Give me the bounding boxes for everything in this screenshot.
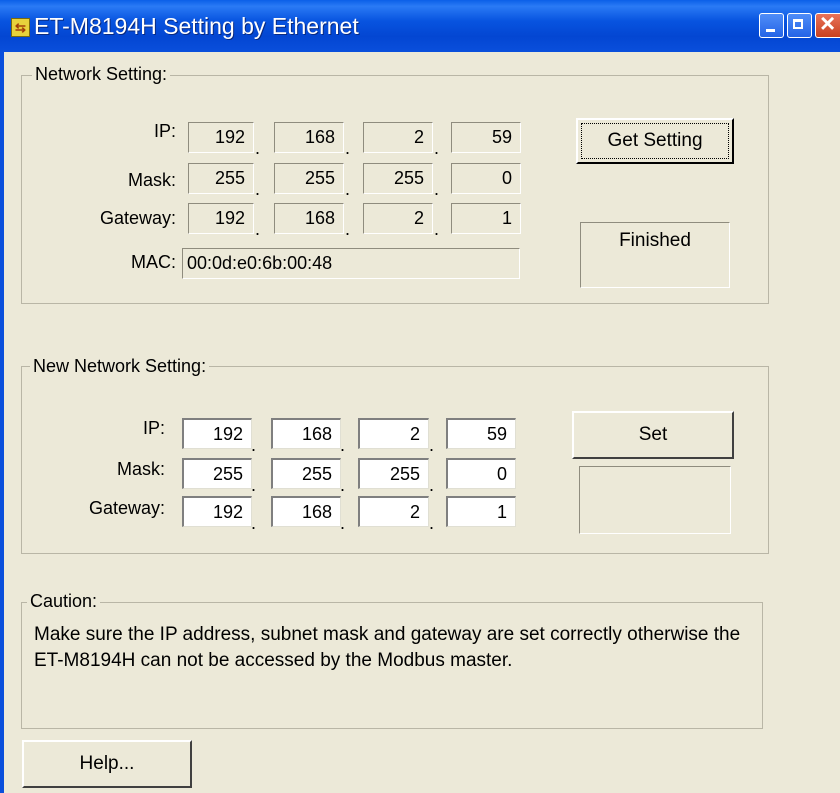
dot-separator: . bbox=[340, 435, 346, 455]
mask-label: Mask: bbox=[127, 170, 176, 190]
new-mask-octet-2[interactable] bbox=[271, 458, 341, 489]
gateway-octet-2: 168 bbox=[274, 203, 344, 234]
caution-label: Caution: bbox=[27, 591, 101, 612]
dot-separator: . bbox=[434, 138, 440, 158]
dot-separator: . bbox=[251, 475, 257, 495]
dot-separator: . bbox=[340, 475, 346, 495]
mac-label: MAC: bbox=[131, 252, 176, 272]
mask-octet-4: 0 bbox=[451, 163, 521, 194]
title-bar[interactable]: ⇆ ET-M8194H Setting by Ethernet bbox=[0, 0, 840, 52]
app-icon[interactable]: ⇆ bbox=[11, 18, 30, 37]
dot-separator: . bbox=[345, 179, 351, 199]
new-gateway-octet-2[interactable] bbox=[271, 496, 341, 527]
mask-octet-2: 255 bbox=[274, 163, 344, 194]
gateway-octet-4: 1 bbox=[451, 203, 521, 234]
new-ip-octet-2[interactable] bbox=[271, 418, 341, 449]
gateway-octet-1: 192 bbox=[188, 203, 254, 234]
get-setting-button[interactable]: Get Setting bbox=[576, 118, 734, 164]
gateway-octet-3: 2 bbox=[363, 203, 433, 234]
new-mask-octet-4[interactable] bbox=[446, 458, 516, 489]
get-status-box: Finished bbox=[580, 222, 730, 288]
dot-separator: . bbox=[340, 513, 346, 533]
mask-octet-1: 255 bbox=[188, 163, 254, 194]
dot-separator: . bbox=[429, 513, 435, 533]
minimize-button[interactable] bbox=[759, 13, 784, 38]
network-setting-label: Network Setting: bbox=[32, 64, 171, 85]
dot-separator: . bbox=[255, 179, 261, 199]
close-button[interactable] bbox=[815, 8, 840, 39]
help-button[interactable]: Help... bbox=[22, 740, 192, 788]
dot-separator: . bbox=[434, 179, 440, 199]
new-mask-octet-1[interactable] bbox=[182, 458, 252, 489]
ip-octet-1: 192 bbox=[188, 122, 254, 153]
dot-separator: . bbox=[345, 138, 351, 158]
new-ip-octet-4[interactable] bbox=[446, 418, 516, 449]
new-gateway-octet-3[interactable] bbox=[358, 496, 429, 527]
new-mask-octet-3[interactable] bbox=[358, 458, 429, 489]
dot-separator: . bbox=[255, 219, 261, 239]
dot-separator: . bbox=[345, 219, 351, 239]
window-frame bbox=[0, 52, 4, 793]
dot-separator: . bbox=[251, 435, 257, 455]
mask-octet-3: 255 bbox=[363, 163, 433, 194]
new-ip-octet-1[interactable] bbox=[182, 418, 252, 449]
mac-field: 00:0d:e0:6b:00:48 bbox=[182, 248, 520, 279]
caution-text: Make sure the IP address, subnet mask an… bbox=[34, 624, 741, 671]
dot-separator: . bbox=[434, 219, 440, 239]
dot-separator: . bbox=[251, 513, 257, 533]
new-gateway-octet-4[interactable] bbox=[446, 496, 516, 527]
ip-octet-4: 59 bbox=[451, 122, 521, 153]
ip-octet-2: 168 bbox=[274, 122, 344, 153]
gateway-label: Gateway: bbox=[99, 208, 176, 228]
new-mask-label: Mask: bbox=[116, 459, 165, 479]
maximize-button[interactable] bbox=[787, 13, 812, 38]
dot-separator: . bbox=[429, 475, 435, 495]
set-button[interactable]: Set bbox=[572, 411, 734, 459]
new-gateway-label: Gateway: bbox=[88, 498, 165, 518]
dot-separator: . bbox=[429, 435, 435, 455]
window-title: ET-M8194H Setting by Ethernet bbox=[34, 13, 359, 39]
new-gateway-octet-1[interactable] bbox=[182, 496, 252, 527]
ip-label: IP: bbox=[153, 121, 176, 141]
new-network-setting-label: New Network Setting: bbox=[30, 356, 210, 377]
new-ip-octet-3[interactable] bbox=[358, 418, 429, 449]
ip-octet-3: 2 bbox=[363, 122, 433, 153]
new-ip-label: IP: bbox=[142, 418, 165, 438]
set-status-box bbox=[579, 466, 731, 534]
dot-separator: . bbox=[255, 138, 261, 158]
